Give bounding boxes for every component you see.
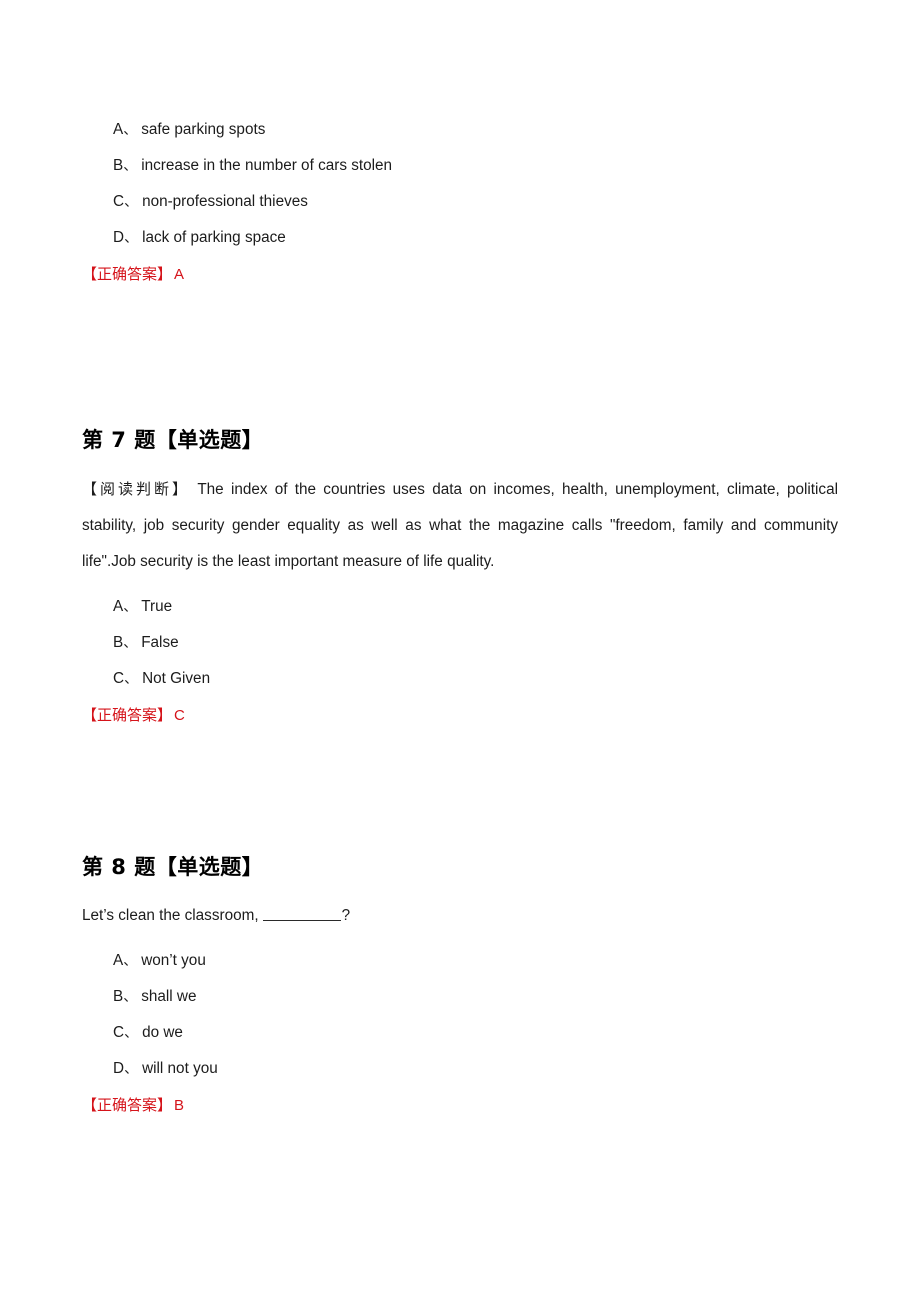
question-block-7: 第 7 题【单选题】 【阅读判断】 The index of the count… bbox=[82, 425, 838, 734]
option-item[interactable]: B、 shall we bbox=[82, 979, 838, 1015]
stem-spacer bbox=[82, 580, 838, 589]
option-key: A bbox=[113, 598, 124, 615]
correct-answer-value: B bbox=[174, 1097, 185, 1114]
question-7-stem: 【阅读判断】 The index of the countries uses d… bbox=[82, 471, 838, 580]
option-separator: 、 bbox=[124, 1061, 139, 1077]
question-block-6-tail: A、 safe parking spots B、 increase in the n… bbox=[82, 112, 838, 293]
question-8-stem-suffix: ? bbox=[341, 907, 351, 924]
exam-page: A、 safe parking spots B、 increase in the n… bbox=[0, 0, 920, 1302]
page-content: A、 safe parking spots B、 increase in the n… bbox=[82, 0, 838, 1124]
option-key: C bbox=[113, 670, 125, 687]
option-key: B bbox=[113, 988, 124, 1005]
option-key: A bbox=[113, 952, 124, 969]
correct-answer-label: 【正确答案】 bbox=[82, 1096, 173, 1114]
option-text: won’t you bbox=[141, 952, 206, 969]
option-item[interactable]: D、 lack of parking space bbox=[82, 220, 838, 256]
option-text: safe parking spots bbox=[141, 121, 266, 138]
option-separator: 、 bbox=[123, 953, 138, 969]
option-item[interactable]: B、 False bbox=[82, 625, 838, 661]
correct-answer-line: 【正确答案】 C bbox=[82, 697, 838, 734]
option-item[interactable]: D、 will not you bbox=[82, 1051, 838, 1087]
option-text: lack of parking space bbox=[142, 229, 286, 246]
stem-spacer bbox=[82, 934, 838, 943]
option-item[interactable]: A、 safe parking spots bbox=[82, 112, 838, 148]
option-separator: 、 bbox=[124, 1025, 139, 1041]
option-item[interactable]: B、 increase in the number of cars stolen bbox=[82, 148, 838, 184]
fill-in-blank[interactable] bbox=[262, 907, 341, 921]
top-spacer bbox=[82, 0, 838, 112]
option-text: non-professional thieves bbox=[142, 193, 308, 210]
question-8-stem: Let’s clean the classroom,? bbox=[82, 898, 838, 934]
option-text: do we bbox=[142, 1024, 183, 1041]
option-separator: 、 bbox=[124, 194, 139, 210]
option-list: A、 won’t you B、 shall we C、 do we D、 will no… bbox=[82, 943, 838, 1087]
option-separator: 、 bbox=[124, 230, 139, 246]
option-key: C bbox=[113, 1024, 125, 1041]
option-separator: 、 bbox=[124, 671, 139, 687]
option-item[interactable]: A、 won’t you bbox=[82, 943, 838, 979]
option-key: A bbox=[113, 121, 124, 138]
option-list: A、 safe parking spots B、 increase in the n… bbox=[82, 112, 838, 256]
correct-answer-value: C bbox=[174, 707, 185, 724]
option-text: Not Given bbox=[142, 670, 211, 687]
option-item[interactable]: C、 non-professional thieves bbox=[82, 184, 838, 220]
correct-answer-label: 【正确答案】 bbox=[82, 706, 173, 724]
correct-answer-label: 【正确答案】 bbox=[82, 265, 173, 283]
option-text: True bbox=[141, 598, 173, 615]
question-8-header: 第 8 题【单选题】 bbox=[82, 855, 264, 879]
option-key: D bbox=[113, 1060, 125, 1077]
option-separator: 、 bbox=[123, 122, 138, 138]
correct-answer-value: A bbox=[174, 266, 185, 283]
option-separator: 、 bbox=[123, 158, 138, 174]
question-8-stem-prefix: Let’s clean the classroom, bbox=[82, 907, 259, 924]
option-item[interactable]: C、 do we bbox=[82, 1015, 838, 1051]
option-separator: 、 bbox=[123, 989, 138, 1005]
option-key: C bbox=[113, 193, 125, 210]
option-list: A、 True B、 False C、 Not Given bbox=[82, 589, 838, 697]
question-block-8: 第 8 题【单选题】 Let’s clean the classroom,? A… bbox=[82, 852, 838, 1124]
option-text: shall we bbox=[141, 988, 197, 1005]
question-7-header: 第 7 题【单选题】 bbox=[82, 428, 264, 452]
option-separator: 、 bbox=[123, 635, 138, 651]
option-text: will not you bbox=[142, 1060, 218, 1077]
question-type-tag: 【阅读判断】 bbox=[82, 480, 191, 498]
option-separator: 、 bbox=[123, 599, 138, 615]
option-item[interactable]: C、 Not Given bbox=[82, 661, 838, 697]
option-item[interactable]: A、 True bbox=[82, 589, 838, 625]
option-key: B bbox=[113, 157, 124, 174]
question-7-stem-text: The index of the countries uses data on … bbox=[82, 481, 838, 570]
option-key: B bbox=[113, 634, 124, 651]
option-text: increase in the number of cars stolen bbox=[141, 157, 393, 174]
correct-answer-line: 【正确答案】 B bbox=[82, 1087, 838, 1124]
correct-answer-line: 【正确答案】 A bbox=[82, 256, 838, 293]
option-key: D bbox=[113, 229, 125, 246]
option-text: False bbox=[141, 634, 179, 651]
